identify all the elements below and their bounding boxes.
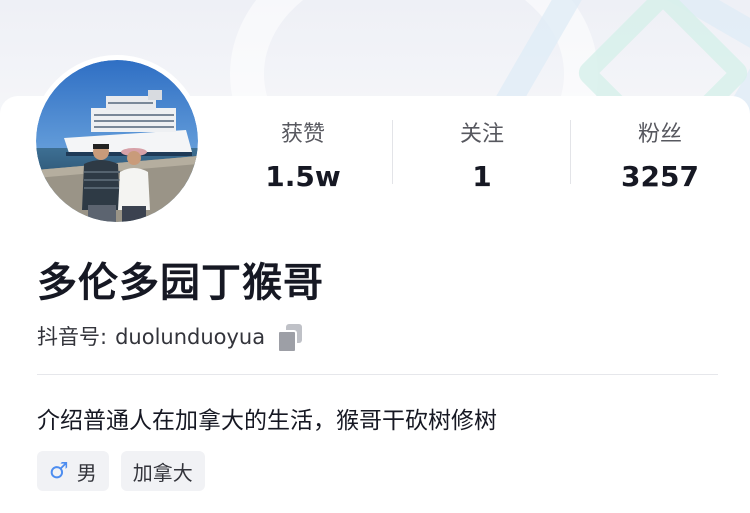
stat-label: 关注 <box>459 122 504 147</box>
stat-value: 1 <box>472 160 492 193</box>
stat-likes[interactable]: 获赞 1.5w <box>214 120 392 194</box>
tag-gender: ♂ 男 <box>37 451 109 491</box>
profile-tags: ♂ 男 加拿大 <box>37 451 205 491</box>
account-label: 抖音号: <box>37 325 108 349</box>
avatar-photo <box>36 60 198 222</box>
avatar[interactable] <box>31 55 203 227</box>
tag-location: 加拿大 <box>120 451 205 491</box>
profile-bio: 介绍普通人在加拿大的生活，猴哥干砍树修树 <box>37 408 497 434</box>
stat-following[interactable]: 关注 1 <box>393 120 571 194</box>
stat-followers[interactable]: 粉丝 3257 <box>571 120 749 194</box>
stat-label: 获赞 <box>280 122 325 147</box>
profile-name: 多伦多园丁猴哥 <box>37 260 324 306</box>
stat-value: 1.5w <box>265 160 341 193</box>
tag-label: 加拿大 <box>132 460 193 485</box>
copy-icon[interactable] <box>277 324 303 353</box>
section-divider <box>37 374 718 375</box>
account-id-row: 抖音号: duolunduoyua <box>37 322 303 353</box>
stat-value: 3257 <box>621 160 699 193</box>
male-icon: ♂ <box>49 458 69 484</box>
account-id: duolunduoyua <box>115 325 266 349</box>
stat-label: 粉丝 <box>637 122 682 147</box>
tag-label: 男 <box>76 460 97 485</box>
